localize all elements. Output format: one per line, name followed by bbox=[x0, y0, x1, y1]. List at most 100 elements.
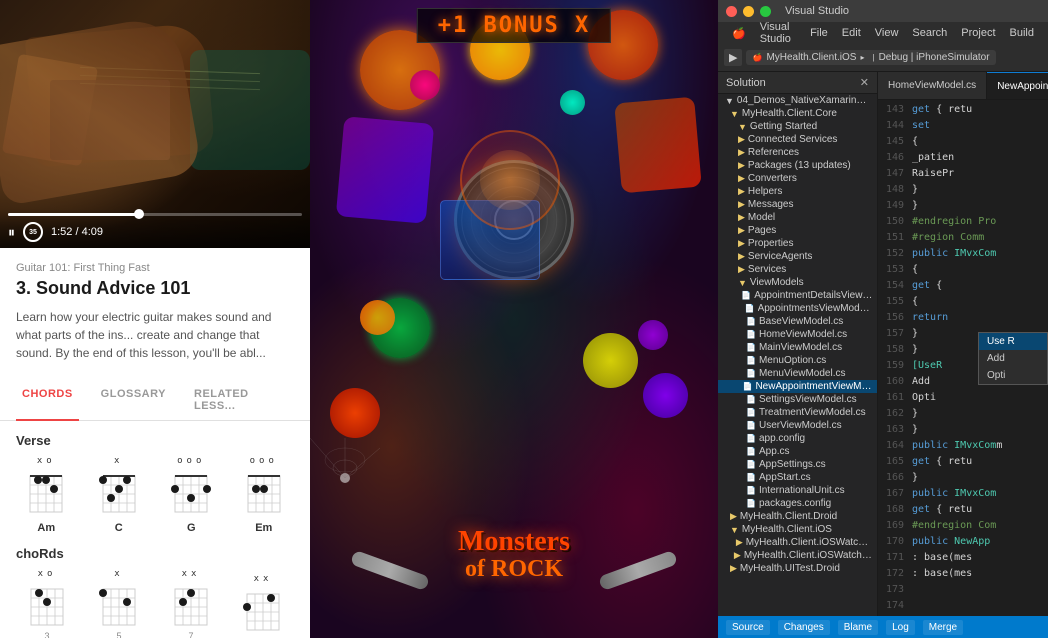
menu-vs[interactable]: Visual Studio bbox=[754, 19, 802, 47]
debug-config-dropdown[interactable]: 🍎 MyHealth.Client.iOS ▸ | Debug | iPhone… bbox=[746, 50, 995, 65]
score-text: +1 BONUS X bbox=[438, 13, 590, 38]
tree-label: AppointmentDetailsViewModel.cs bbox=[754, 290, 873, 301]
tree-item-app-cs[interactable]: 📄App.cs bbox=[718, 445, 877, 458]
tree-item-properties[interactable]: ▶Properties bbox=[718, 237, 877, 250]
chords-content: Verse xo bbox=[0, 421, 310, 638]
video-player[interactable]: ⏸ 35 1:52 / 4:09 bbox=[0, 0, 310, 248]
progress-bar[interactable] bbox=[8, 213, 302, 216]
tree-item-app-config[interactable]: 📄app.config bbox=[718, 432, 877, 445]
c-grid bbox=[95, 468, 143, 518]
code-line-158: return bbox=[912, 310, 1044, 326]
source-btn[interactable]: Source bbox=[726, 620, 770, 635]
folder-icon: ▼ bbox=[730, 109, 739, 119]
menu-build[interactable]: Build bbox=[1004, 25, 1040, 41]
tree-label: AppointmentsViewModel.cs bbox=[758, 303, 873, 314]
tree-label: Connected Services bbox=[748, 134, 838, 145]
tab-homeviewmodel[interactable]: HomeViewModel.cs bbox=[878, 72, 987, 99]
file-icon: 📄 bbox=[746, 499, 756, 508]
tree-item-model[interactable]: ▶Model bbox=[718, 211, 877, 224]
lesson-info: Guitar 101: First Thing Fast 3. Sound Ad… bbox=[0, 248, 310, 370]
tree-item-myhealth-client-ioswatchkitextension[interactable]: ▶MyHealth.Client.iOSWatchKitExtension bbox=[718, 549, 877, 562]
chorus-chord-2[interactable]: x 5 bbox=[84, 569, 154, 638]
tree-item-serviceagents[interactable]: ▶ServiceAgents bbox=[718, 250, 877, 263]
window-close-button[interactable] bbox=[726, 6, 737, 17]
play-pause-button[interactable]: ⏸ bbox=[8, 224, 15, 241]
changes-btn[interactable]: Changes bbox=[778, 620, 830, 635]
tree-item-myhealth-client-core[interactable]: ▼MyHealth.Client.Core bbox=[718, 107, 877, 120]
tab-newappointment[interactable]: NewAppointmentViewModel.cs bbox=[987, 72, 1048, 99]
cc1-frets: xo bbox=[38, 569, 57, 579]
solution-explorer: Solution ✕ ▼ 04_Demos_NativeXamarinApps … bbox=[718, 72, 878, 616]
run-button[interactable]: ▶ bbox=[724, 49, 742, 66]
tree-item-menuoption-cs[interactable]: 📄MenuOption.cs bbox=[718, 354, 877, 367]
close-solution-btn[interactable]: ✕ bbox=[860, 76, 869, 89]
tree-item-newappointmentviewmodel-cs[interactable]: 📄NewAppointmentViewModel.cs bbox=[718, 380, 877, 393]
menu-edit[interactable]: Edit bbox=[836, 25, 867, 41]
tree-item-myhealth-client-ios[interactable]: ▼MyHealth.Client.iOS bbox=[718, 523, 877, 536]
chord-em[interactable]: ooo Em bbox=[230, 456, 299, 534]
tree-item-userviewmodel-cs[interactable]: 📄UserViewModel.cs bbox=[718, 419, 877, 432]
tree-item-appointmentsviewmodel-cs[interactable]: 📄AppointmentsViewModel.cs bbox=[718, 302, 877, 315]
chorus-chord-3[interactable]: xx 7 bbox=[156, 569, 226, 638]
tree-item-viewmodels[interactable]: ▼ViewModels bbox=[718, 276, 877, 289]
log-btn[interactable]: Log bbox=[886, 620, 915, 635]
tab-glossary[interactable]: GLOSSARY bbox=[95, 380, 172, 420]
menu-file[interactable]: File bbox=[804, 25, 834, 41]
menu-apple[interactable]: 🍎 bbox=[726, 25, 752, 42]
tree-item-appsettings-cs[interactable]: 📄AppSettings.cs bbox=[718, 458, 877, 471]
folder-icon: ▼ bbox=[730, 525, 739, 535]
tab-chords[interactable]: CHORDS bbox=[16, 380, 79, 420]
debug-label: Debug | iPhoneSimulator bbox=[879, 52, 990, 63]
tree-item-appointmentdetailsviewmodel-cs[interactable]: 📄AppointmentDetailsViewModel.cs bbox=[718, 289, 877, 302]
tab-related[interactable]: RELATED LESS... bbox=[188, 380, 278, 420]
menu-view[interactable]: View bbox=[869, 25, 905, 41]
blame-btn[interactable]: Blame bbox=[838, 620, 878, 635]
folder-icon: ▶ bbox=[738, 212, 745, 223]
cc4-grid bbox=[239, 586, 287, 636]
chord-g[interactable]: ooo G bbox=[157, 456, 226, 534]
solution-tree[interactable]: ▼ 04_Demos_NativeXamarinApps (master) ▼M… bbox=[718, 94, 877, 616]
skip-forward-button[interactable]: 35 bbox=[23, 222, 43, 242]
menu-project[interactable]: Project bbox=[955, 25, 1001, 41]
context-opti[interactable]: Opti bbox=[979, 367, 1047, 384]
file-icon: 📄 bbox=[746, 395, 756, 404]
tree-item-menuviewmodel-cs[interactable]: 📄MenuViewModel.cs bbox=[718, 367, 877, 380]
chorus-chord-1[interactable]: xo 3 bbox=[12, 569, 82, 638]
lesson-description: Learn how your electric guitar makes sou… bbox=[16, 308, 294, 362]
file-icon: 📄 bbox=[746, 356, 756, 365]
folder-icon: ▶ bbox=[738, 186, 745, 197]
chorus-chord-4[interactable]: xx bbox=[228, 574, 298, 636]
tree-item-messages[interactable]: ▶Messages bbox=[718, 198, 877, 211]
chord-am[interactable]: xo bbox=[12, 456, 81, 534]
tree-item-myhealth-client-ioswatchkitapp[interactable]: ▶MyHealth.Client.iOSWatchKitApp bbox=[718, 536, 877, 549]
tree-item-references[interactable]: ▶References bbox=[718, 146, 877, 159]
tree-item-converters[interactable]: ▶Converters bbox=[718, 172, 877, 185]
context-add[interactable]: Add bbox=[979, 350, 1047, 367]
tree-item-myhealth-uitest-droid[interactable]: ▶MyHealth.UITest.Droid bbox=[718, 562, 877, 575]
solution-root[interactable]: ▼ 04_Demos_NativeXamarinApps (master) bbox=[718, 94, 877, 107]
tree-item-packages--13-updates-[interactable]: ▶Packages (13 updates) bbox=[718, 159, 877, 172]
menu-search[interactable]: Search bbox=[906, 25, 953, 41]
tree-item-connected-services[interactable]: ▶Connected Services bbox=[718, 133, 877, 146]
chord-c[interactable]: x bbox=[85, 456, 154, 534]
tree-item-internationalunit-cs[interactable]: 📄InternationalUnit.cs bbox=[718, 484, 877, 497]
window-maximize-button[interactable] bbox=[760, 6, 771, 17]
tree-item-baseviewmodel-cs[interactable]: 📄BaseViewModel.cs bbox=[718, 315, 877, 328]
tree-item-appstart-cs[interactable]: 📄AppStart.cs bbox=[718, 471, 877, 484]
tree-item-services[interactable]: ▶Services bbox=[718, 263, 877, 276]
file-icon: 📄 bbox=[746, 317, 756, 326]
code-line-148: } bbox=[912, 182, 1044, 198]
context-use-r[interactable]: Use R bbox=[979, 333, 1047, 350]
tree-item-packages-config[interactable]: 📄packages.config bbox=[718, 497, 877, 510]
tree-item-pages[interactable]: ▶Pages bbox=[718, 224, 877, 237]
tree-item-settingsviewmodel-cs[interactable]: 📄SettingsViewModel.cs bbox=[718, 393, 877, 406]
tree-item-getting-started[interactable]: ▼Getting Started bbox=[718, 120, 877, 133]
merge-btn[interactable]: Merge bbox=[923, 620, 963, 635]
tree-item-homeviewmodel-cs[interactable]: 📄HomeViewModel.cs bbox=[718, 328, 877, 341]
window-minimize-button[interactable] bbox=[743, 6, 754, 17]
cc3-fret-num: 7 bbox=[188, 631, 193, 638]
tree-item-mainviewmodel-cs[interactable]: 📄MainViewModel.cs bbox=[718, 341, 877, 354]
tree-item-treatmentviewmodel-cs[interactable]: 📄TreatmentViewModel.cs bbox=[718, 406, 877, 419]
tree-item-helpers[interactable]: ▶Helpers bbox=[718, 185, 877, 198]
tree-item-myhealth-client-droid[interactable]: ▶MyHealth.Client.Droid bbox=[718, 510, 877, 523]
